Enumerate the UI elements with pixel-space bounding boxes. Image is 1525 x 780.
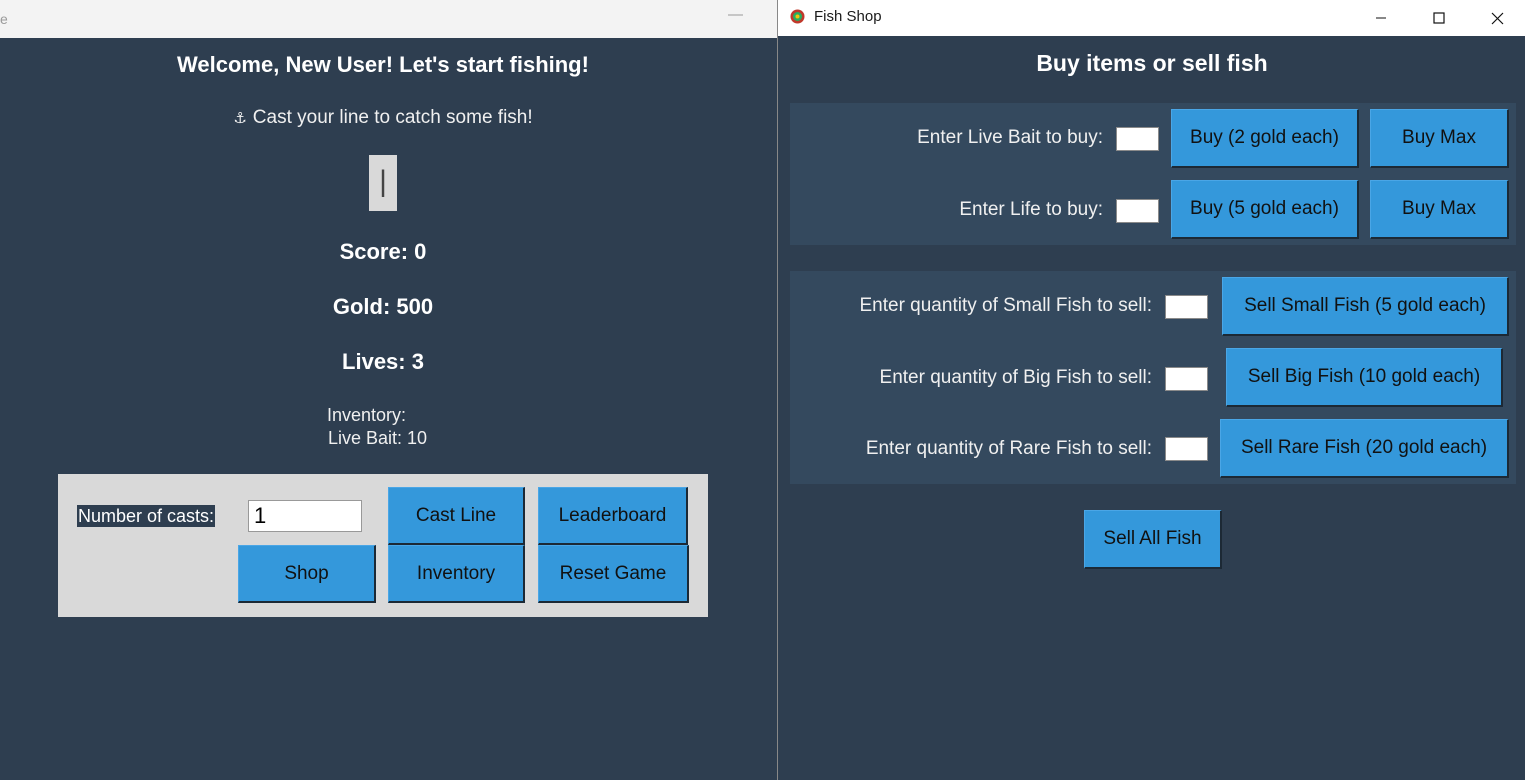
rare-fish-quantity-input[interactable] <box>1165 437 1208 461</box>
minimize-icon[interactable]: — <box>728 6 743 23</box>
fishing-rod-indicator: | <box>369 155 397 211</box>
buy-live-bait-label: Enter Live Bait to buy: <box>917 127 1103 148</box>
shop-window-title: Fish Shop <box>814 8 882 25</box>
sell-all-fish-button[interactable]: Sell All Fish <box>1084 510 1222 569</box>
game-title-bar: e — <box>0 0 777 38</box>
shop-title-bar: Fish Shop <box>778 0 1525 36</box>
casts-label: Number of casts: <box>77 505 216 527</box>
sell-rare-fish-label: Enter quantity of Rare Fish to sell: <box>865 438 1152 459</box>
shop-button[interactable]: Shop <box>238 545 376 603</box>
life-quantity-input[interactable] <box>1116 199 1159 223</box>
small-fish-quantity-input[interactable] <box>1165 295 1208 319</box>
buy-life-button[interactable]: Buy (5 gold each) <box>1171 180 1359 239</box>
shop-window: Fish Shop Buy items or sell fish Enter L… <box>777 0 1525 780</box>
cast-line-button[interactable]: Cast Line <box>388 487 525 545</box>
sell-rare-fish-button[interactable]: Sell Rare Fish (20 gold each) <box>1220 419 1509 478</box>
buy-max-life-button[interactable]: Buy Max <box>1370 180 1509 239</box>
minimize-icon[interactable] <box>1352 0 1410 36</box>
inventory-title: Inventory: <box>327 405 407 425</box>
gold-label: Gold: 500 <box>332 294 434 319</box>
maximize-icon[interactable] <box>1410 0 1468 36</box>
sell-section: Enter quantity of Small Fish to sell: Se… <box>790 271 1516 484</box>
game-window-title: e <box>0 11 8 27</box>
shop-content: Buy items or sell fish Enter Live Bait t… <box>778 36 1525 780</box>
leaderboard-button[interactable]: Leaderboard <box>538 487 688 545</box>
game-window: e — Welcome, New User! Let's start fishi… <box>0 0 777 780</box>
sell-small-fish-button[interactable]: Sell Small Fish (5 gold each) <box>1222 277 1509 336</box>
close-icon[interactable] <box>1468 0 1525 36</box>
controls-panel: Number of casts: Cast Line Leaderboard S… <box>58 474 708 617</box>
fishing-hook-icon: ⚓ <box>233 110 247 127</box>
reset-game-button[interactable]: Reset Game <box>538 545 689 603</box>
lives-label: Lives: 3 <box>342 349 424 374</box>
inventory-summary: Inventory: Live Bait: 10 <box>327 404 427 450</box>
live-bait-quantity-input[interactable] <box>1116 127 1159 151</box>
score-label: Score: 0 <box>339 239 427 264</box>
sell-big-fish-label: Enter quantity of Big Fish to sell: <box>879 367 1152 388</box>
welcome-heading: Welcome, New User! Let's start fishing! <box>177 52 589 77</box>
status-text: Cast your line to catch some fish! <box>252 107 533 128</box>
buy-section: Enter Live Bait to buy: Buy (2 gold each… <box>790 103 1516 245</box>
shop-heading: Buy items or sell fish <box>1036 50 1268 76</box>
buy-life-label: Enter Life to buy: <box>959 199 1103 220</box>
inventory-live-bait: Live Bait: 10 <box>328 428 428 448</box>
big-fish-quantity-input[interactable] <box>1165 367 1208 391</box>
inventory-button[interactable]: Inventory <box>388 545 525 603</box>
casts-input[interactable] <box>248 500 362 532</box>
game-content: Welcome, New User! Let's start fishing! … <box>0 38 777 780</box>
buy-live-bait-button[interactable]: Buy (2 gold each) <box>1171 109 1359 168</box>
app-feather-icon <box>790 9 805 24</box>
status-message: ⚓ Cast your line to catch some fish! <box>0 107 766 129</box>
sell-big-fish-button[interactable]: Sell Big Fish (10 gold each) <box>1226 348 1503 407</box>
sell-small-fish-label: Enter quantity of Small Fish to sell: <box>859 295 1152 316</box>
buy-max-live-bait-button[interactable]: Buy Max <box>1370 109 1509 168</box>
